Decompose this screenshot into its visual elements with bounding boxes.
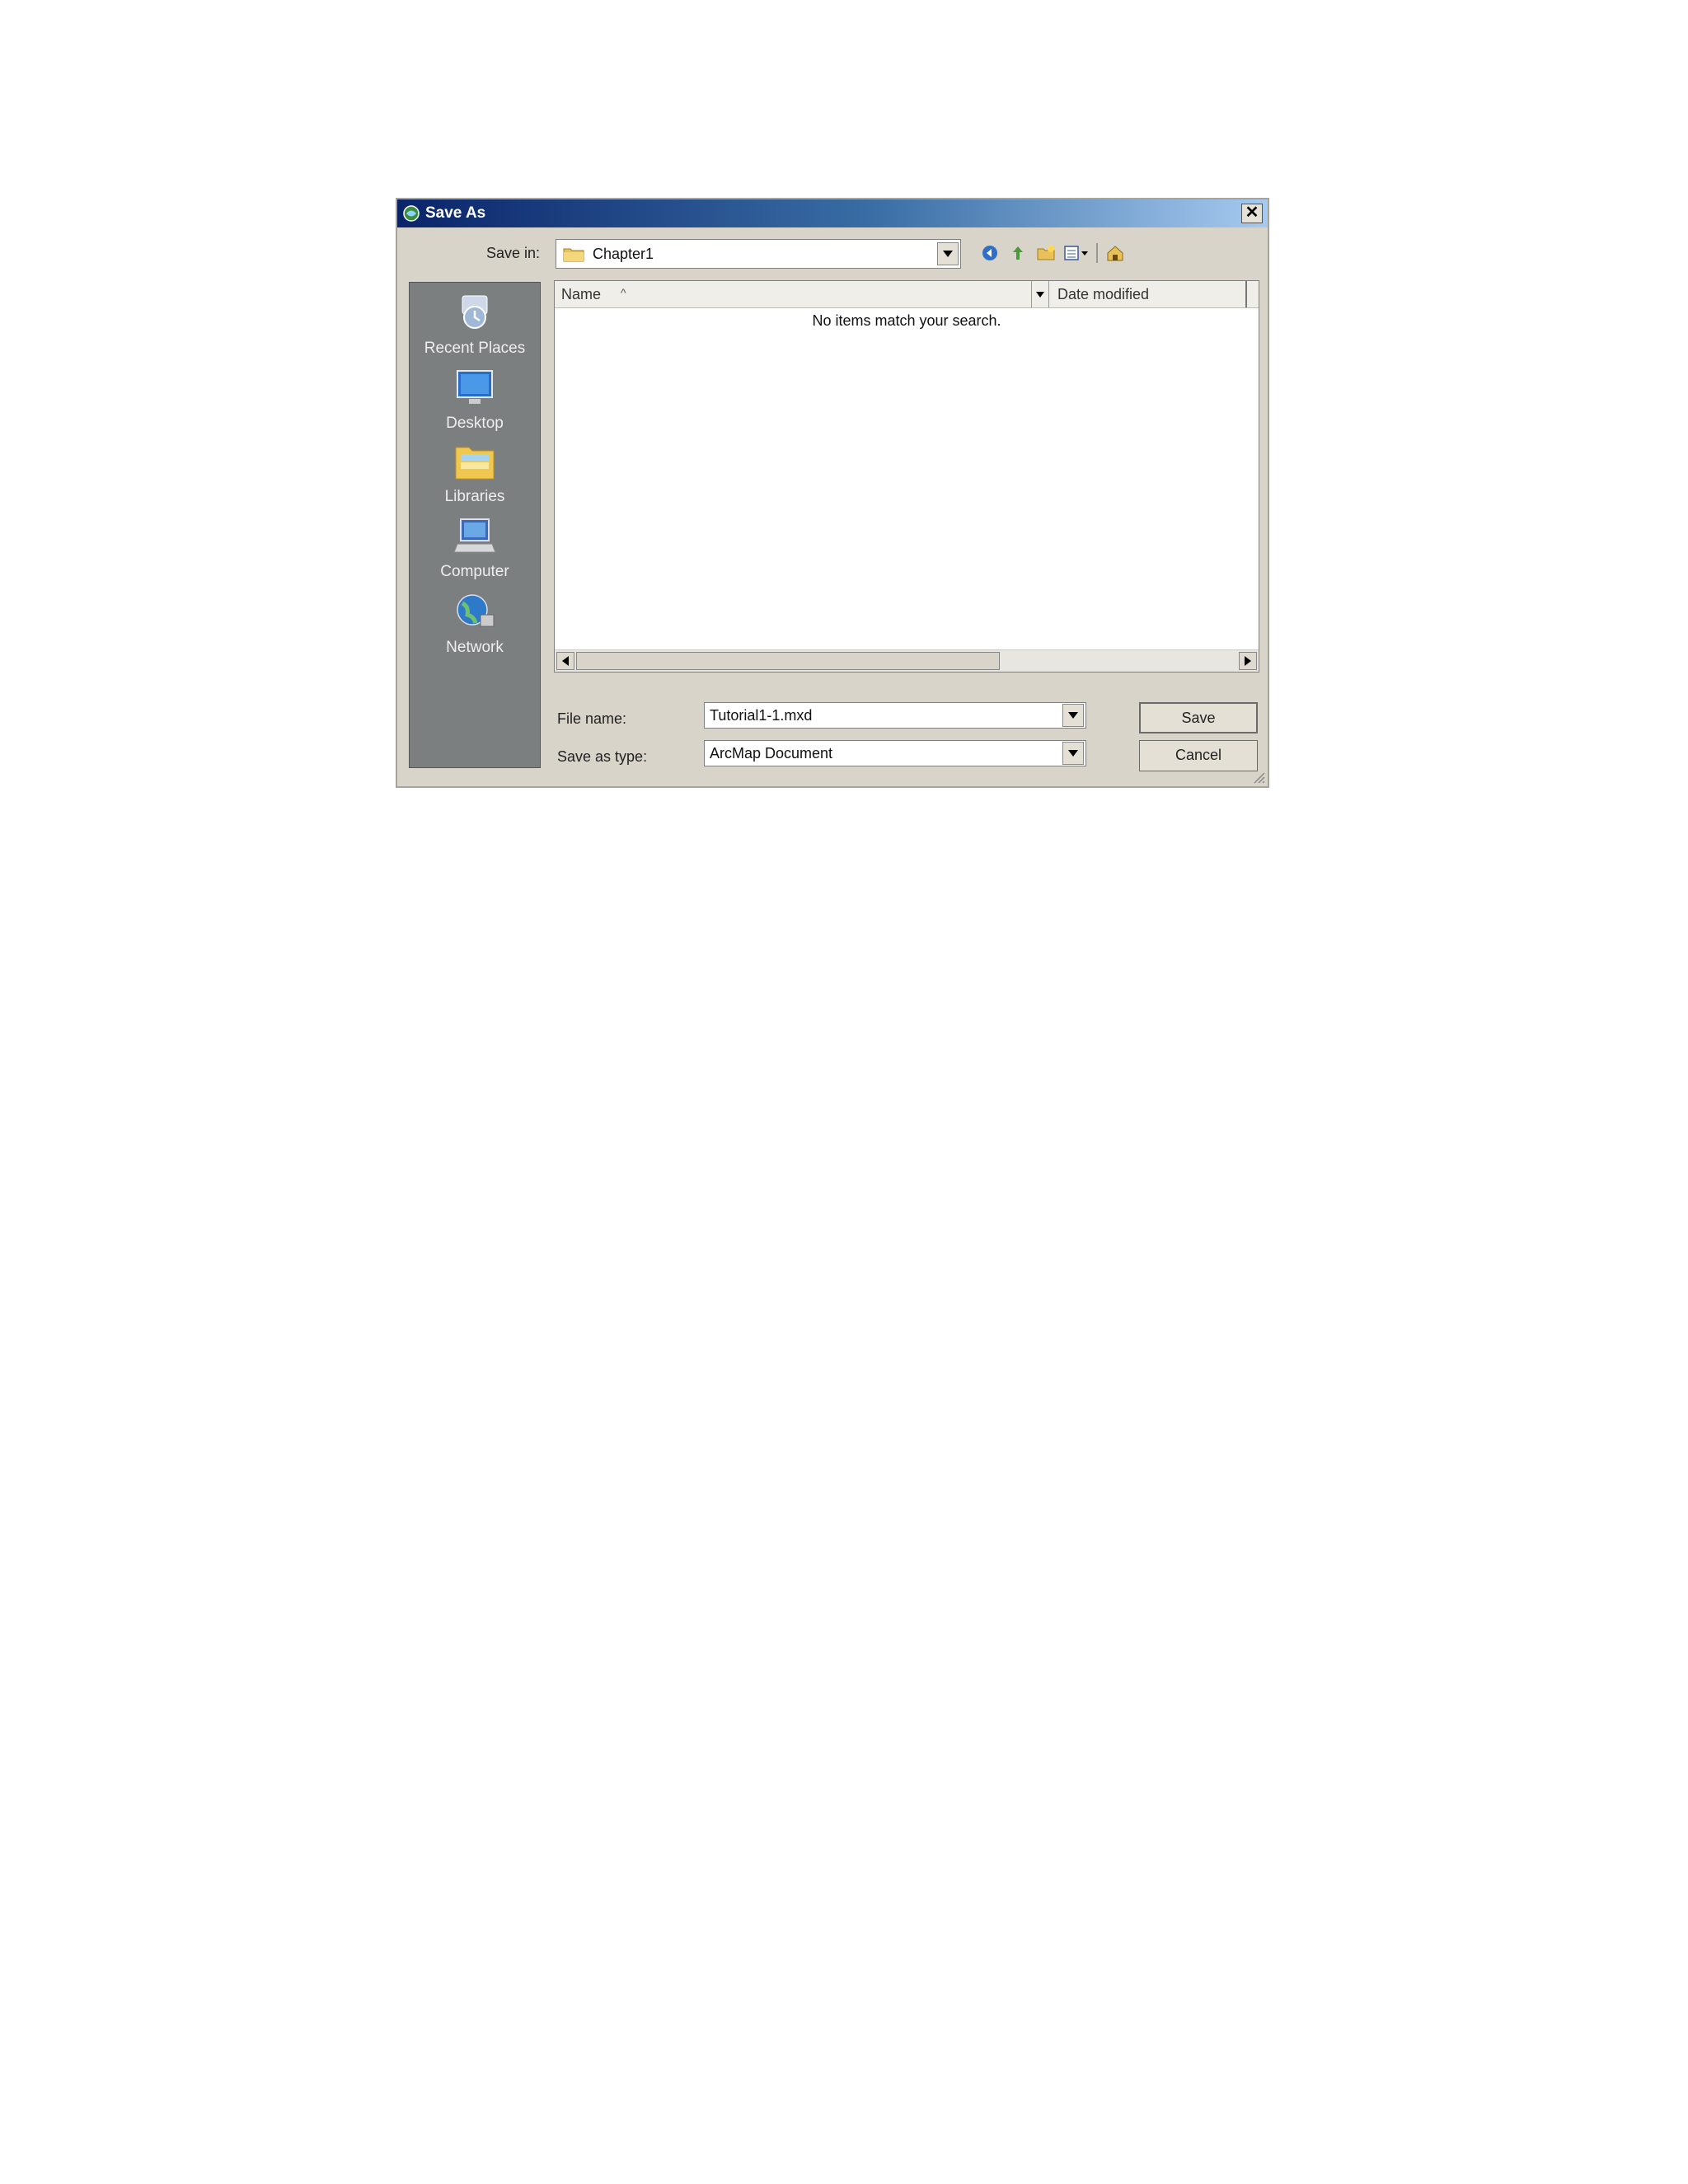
scroll-left-button[interactable] — [556, 652, 574, 670]
place-label: Network — [446, 639, 504, 656]
computer-icon — [453, 518, 496, 553]
place-label: Desktop — [446, 415, 504, 432]
save-in-dropdown-arrow[interactable] — [937, 242, 959, 265]
file-name-dropdown-arrow[interactable] — [1062, 704, 1084, 727]
dialog-title: Save As — [425, 204, 486, 222]
place-label: Recent Places — [424, 340, 526, 357]
folder-icon — [563, 248, 584, 262]
place-network[interactable]: Network — [410, 592, 540, 657]
column-header-row: Name ^ Date modified — [555, 281, 1259, 308]
save-as-type-value: ArcMap Document — [710, 745, 833, 762]
scroll-thumb[interactable] — [576, 652, 1000, 670]
column-header-name[interactable]: Name — [561, 286, 601, 303]
save-in-dropdown[interactable]: Chapter1 — [556, 239, 961, 269]
save-as-dialog: Save As ✕ Save in: Chapter1 Recent Place… — [396, 198, 1269, 788]
file-name-value: Tutorial1-1.mxd — [710, 707, 813, 724]
column-divider[interactable] — [1245, 281, 1247, 307]
arcgis-home-icon[interactable] — [1104, 242, 1126, 264]
view-menu-icon[interactable] — [1063, 242, 1090, 264]
horizontal-scrollbar[interactable] — [555, 649, 1259, 672]
arcmap-app-icon — [403, 205, 420, 222]
sort-indicator-icon: ^ — [621, 286, 626, 299]
save-as-type-select[interactable]: ArcMap Document — [704, 740, 1086, 766]
empty-list-message: No items match your search. — [812, 312, 1001, 329]
resize-grip-icon[interactable] — [1251, 770, 1266, 785]
close-button[interactable]: ✕ — [1241, 204, 1263, 223]
new-folder-icon[interactable] — [1035, 242, 1057, 264]
save-button[interactable]: Save — [1139, 702, 1258, 733]
save-in-label: Save in: — [486, 245, 541, 261]
save-in-value: Chapter1 — [593, 245, 654, 262]
file-name-label: File name: — [557, 710, 627, 727]
scroll-right-button[interactable] — [1239, 652, 1257, 670]
column-filter-dropdown[interactable] — [1031, 281, 1049, 307]
recent-places-icon — [462, 295, 488, 329]
up-folder-icon[interactable] — [1007, 242, 1029, 264]
places-bar: Recent Places Desktop Libraries Computer… — [409, 282, 541, 768]
libraries-icon — [455, 447, 495, 480]
cancel-button[interactable]: Cancel — [1139, 740, 1258, 771]
network-icon — [457, 594, 495, 627]
toolbar-separator — [1096, 243, 1098, 263]
place-recent-places[interactable]: Recent Places — [410, 293, 540, 358]
title-bar[interactable]: Save As ✕ — [397, 199, 1268, 227]
save-as-type-label: Save as type: — [557, 748, 648, 765]
file-list[interactable]: Name ^ Date modified No items match your… — [554, 280, 1259, 673]
column-header-date-modified[interactable]: Date modified — [1057, 286, 1149, 303]
save-as-type-dropdown-arrow[interactable] — [1062, 742, 1084, 765]
place-desktop[interactable]: Desktop — [410, 368, 540, 433]
place-libraries[interactable]: Libraries — [410, 441, 540, 506]
file-name-input[interactable]: Tutorial1-1.mxd — [704, 702, 1086, 729]
place-label: Computer — [440, 563, 509, 580]
place-label: Libraries — [444, 488, 505, 505]
navigation-toolbar — [979, 241, 1126, 265]
back-icon[interactable] — [979, 242, 1001, 264]
desktop-icon — [457, 370, 493, 404]
place-computer[interactable]: Computer — [410, 516, 540, 581]
